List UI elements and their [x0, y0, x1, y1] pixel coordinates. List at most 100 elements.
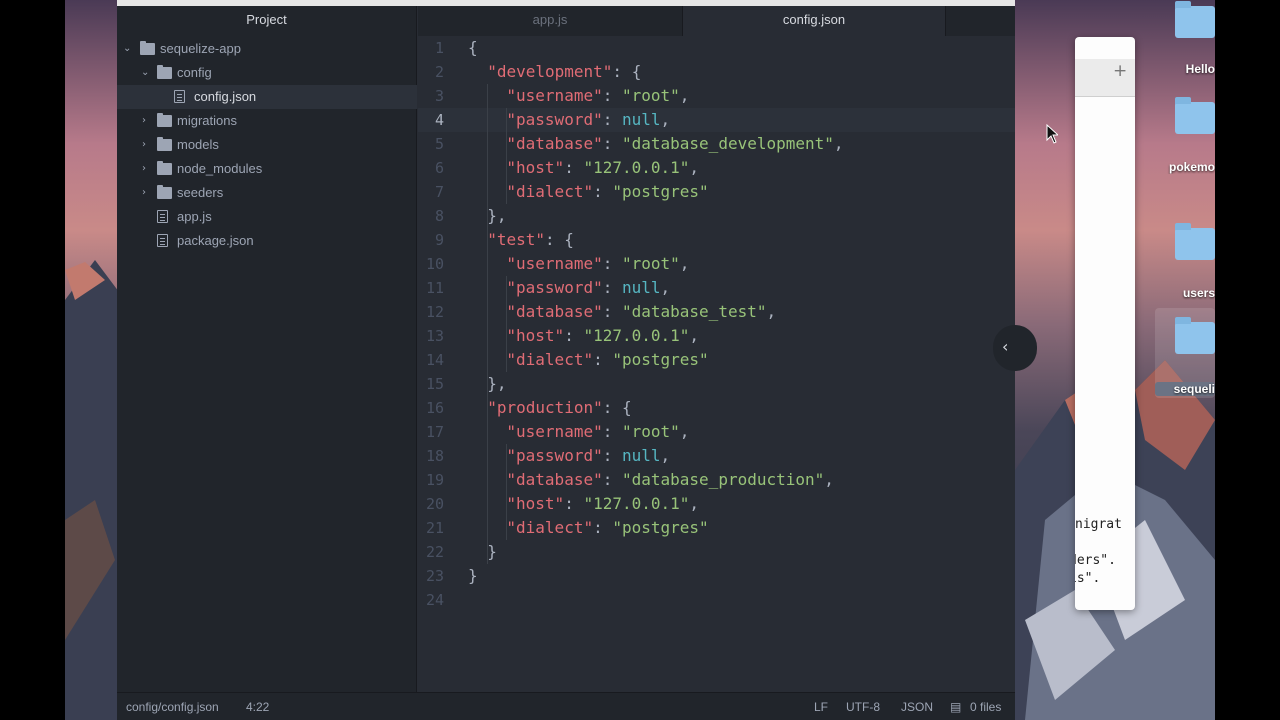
chevron-right-icon[interactable]: › — [142, 109, 152, 133]
code-token: "host" — [506, 494, 565, 513]
code-token: : — [593, 182, 613, 201]
code-editor[interactable]: 1{2 "development": {3 "username": "root", 4… — [418, 36, 1015, 692]
code-token: , — [833, 134, 844, 153]
code-line[interactable]: 18 "password": null, — [418, 444, 1015, 468]
desktop-icon-sequelize[interactable]: sequeli — [1155, 308, 1215, 398]
tree-item-app-js[interactable]: app.js — [117, 205, 417, 229]
code-text: }, — [487, 372, 506, 396]
code-line[interactable]: 3 "username": "root", — [418, 84, 1015, 108]
folder-icon — [1175, 97, 1215, 134]
code-line[interactable]: 9 "test": { — [418, 228, 1015, 252]
desktop-icon-pokemon[interactable]: pokemo — [1155, 96, 1215, 176]
status-git-files[interactable]: 0 files — [970, 693, 1001, 720]
chevron-down-icon[interactable]: ⌄ — [141, 61, 151, 85]
tree-item-config-json[interactable]: config.json — [117, 85, 417, 109]
code-token: , — [679, 86, 690, 105]
code-text: { — [468, 36, 478, 60]
toggle-pane-button[interactable]: ‹ — [993, 325, 1037, 371]
code-line[interactable]: 7 "dialect": "postgres" — [418, 180, 1015, 204]
chevron-down-icon[interactable]: ⌄ — [123, 37, 133, 61]
code-token: , — [660, 446, 671, 465]
code-line[interactable]: 10 "username": "root", — [418, 252, 1015, 276]
code-line[interactable]: 8}, — [418, 204, 1015, 228]
code-line[interactable]: 2 "development": { — [418, 60, 1015, 84]
tab-config-json[interactable]: config.json — [683, 6, 946, 36]
chevron-right-icon[interactable]: › — [142, 157, 152, 181]
chevron-right-icon[interactable]: › — [142, 181, 152, 205]
line-number: 5 — [434, 135, 444, 153]
code-token: : — [602, 470, 622, 489]
code-token: "username" — [506, 86, 603, 105]
code-token: , — [679, 422, 690, 441]
code-token: "postgres" — [612, 518, 709, 537]
code-token: "database_development" — [621, 134, 834, 153]
code-line[interactable]: 20 "host": "127.0.0.1", — [418, 492, 1015, 516]
code-line[interactable]: 12 "database": "database_test", — [418, 300, 1015, 324]
tree-item-sequelize-app[interactable]: ⌄ sequelize-app — [117, 37, 417, 61]
code-token: , — [679, 254, 690, 273]
code-text: "database": "database_development", — [506, 132, 843, 156]
code-token: "127.0.0.1" — [583, 494, 690, 513]
indent-guide — [487, 84, 489, 564]
desktop-icon-hello[interactable]: Hello — [1155, 0, 1215, 80]
code-token: "password" — [506, 110, 603, 129]
code-token: }, — [487, 206, 507, 225]
project-tree-view: Project ⌄ sequelize-app ⌄ config config.… — [117, 6, 417, 692]
letterbox-right — [1215, 0, 1280, 720]
tree-item-label: config — [177, 65, 212, 80]
code-line[interactable]: 4 "password": null, — [418, 108, 1015, 132]
code-line[interactable]: 13 "host": "127.0.0.1", — [418, 324, 1015, 348]
chevron-right-icon[interactable]: › — [142, 133, 152, 157]
new-tab-plus-icon[interactable]: + — [1113, 61, 1127, 81]
background-terminal-window[interactable]: + nigrat ders". is". — [1075, 37, 1135, 610]
desktop-icon-users[interactable]: users — [1155, 222, 1215, 302]
tree-item-models[interactable]: › models — [117, 133, 417, 157]
code-line[interactable]: 16 "production": { — [418, 396, 1015, 420]
code-line[interactable]: 11 "password": null, — [418, 276, 1015, 300]
code-line[interactable]: 22} — [418, 540, 1015, 564]
code-text: "host": "127.0.0.1", — [506, 324, 699, 348]
code-token: "username" — [506, 254, 603, 273]
code-line[interactable]: 5 "database": "database_development", — [418, 132, 1015, 156]
code-token: : — [602, 110, 622, 129]
tree-item-package-json[interactable]: package.json — [117, 229, 417, 253]
code-line[interactable]: 15}, — [418, 372, 1015, 396]
desktop-icon-label: Hello — [1185, 62, 1215, 76]
code-text: "username": "root", — [506, 84, 689, 108]
status-grammar[interactable]: JSON — [901, 693, 933, 720]
code-text: "password": null, — [506, 108, 670, 132]
code-line[interactable]: 6 "host": "127.0.0.1", — [418, 156, 1015, 180]
code-token: : — [602, 302, 622, 321]
tree-item-seeders[interactable]: › seeders — [117, 181, 417, 205]
code-token: : — [602, 254, 622, 273]
tab-bar: app.js config.json — [418, 6, 1015, 36]
code-token: , — [660, 278, 671, 297]
file-icon — [157, 234, 168, 247]
tree-item-migrations[interactable]: › migrations — [117, 109, 417, 133]
tree-item-node-modules[interactable]: › node_modules — [117, 157, 417, 181]
status-file-path[interactable]: config/config.json — [126, 693, 219, 720]
status-cursor-position[interactable]: 4:22 — [246, 693, 269, 720]
code-line[interactable]: 21 "dialect": "postgres" — [418, 516, 1015, 540]
line-number: 11 — [425, 279, 444, 297]
folder-icon — [157, 113, 172, 127]
code-token: "database" — [506, 302, 603, 321]
code-line[interactable]: 14 "dialect": "postgres" — [418, 348, 1015, 372]
code-token: "postgres" — [612, 350, 709, 369]
code-token: "host" — [506, 326, 565, 345]
tab-app-js[interactable]: app.js — [418, 6, 683, 36]
folder-icon — [1175, 317, 1215, 354]
code-text: "test": { — [487, 228, 574, 252]
atom-editor-window: Project ⌄ sequelize-app ⌄ config config.… — [117, 0, 1037, 720]
status-encoding[interactable]: UTF-8 — [846, 693, 880, 720]
tree-item-config[interactable]: ⌄ config — [117, 61, 417, 85]
line-number: 8 — [434, 207, 444, 225]
line-number: 13 — [425, 327, 444, 345]
code-line[interactable]: 19 "database": "database_production", — [418, 468, 1015, 492]
code-line[interactable]: 17 "username": "root", — [418, 420, 1015, 444]
code-token: "root" — [621, 254, 680, 273]
code-line[interactable]: 23} — [418, 564, 1015, 588]
code-line[interactable]: 1{ — [418, 36, 1015, 60]
status-line-ending[interactable]: LF — [814, 693, 828, 720]
code-line[interactable]: 24 — [418, 588, 1015, 612]
